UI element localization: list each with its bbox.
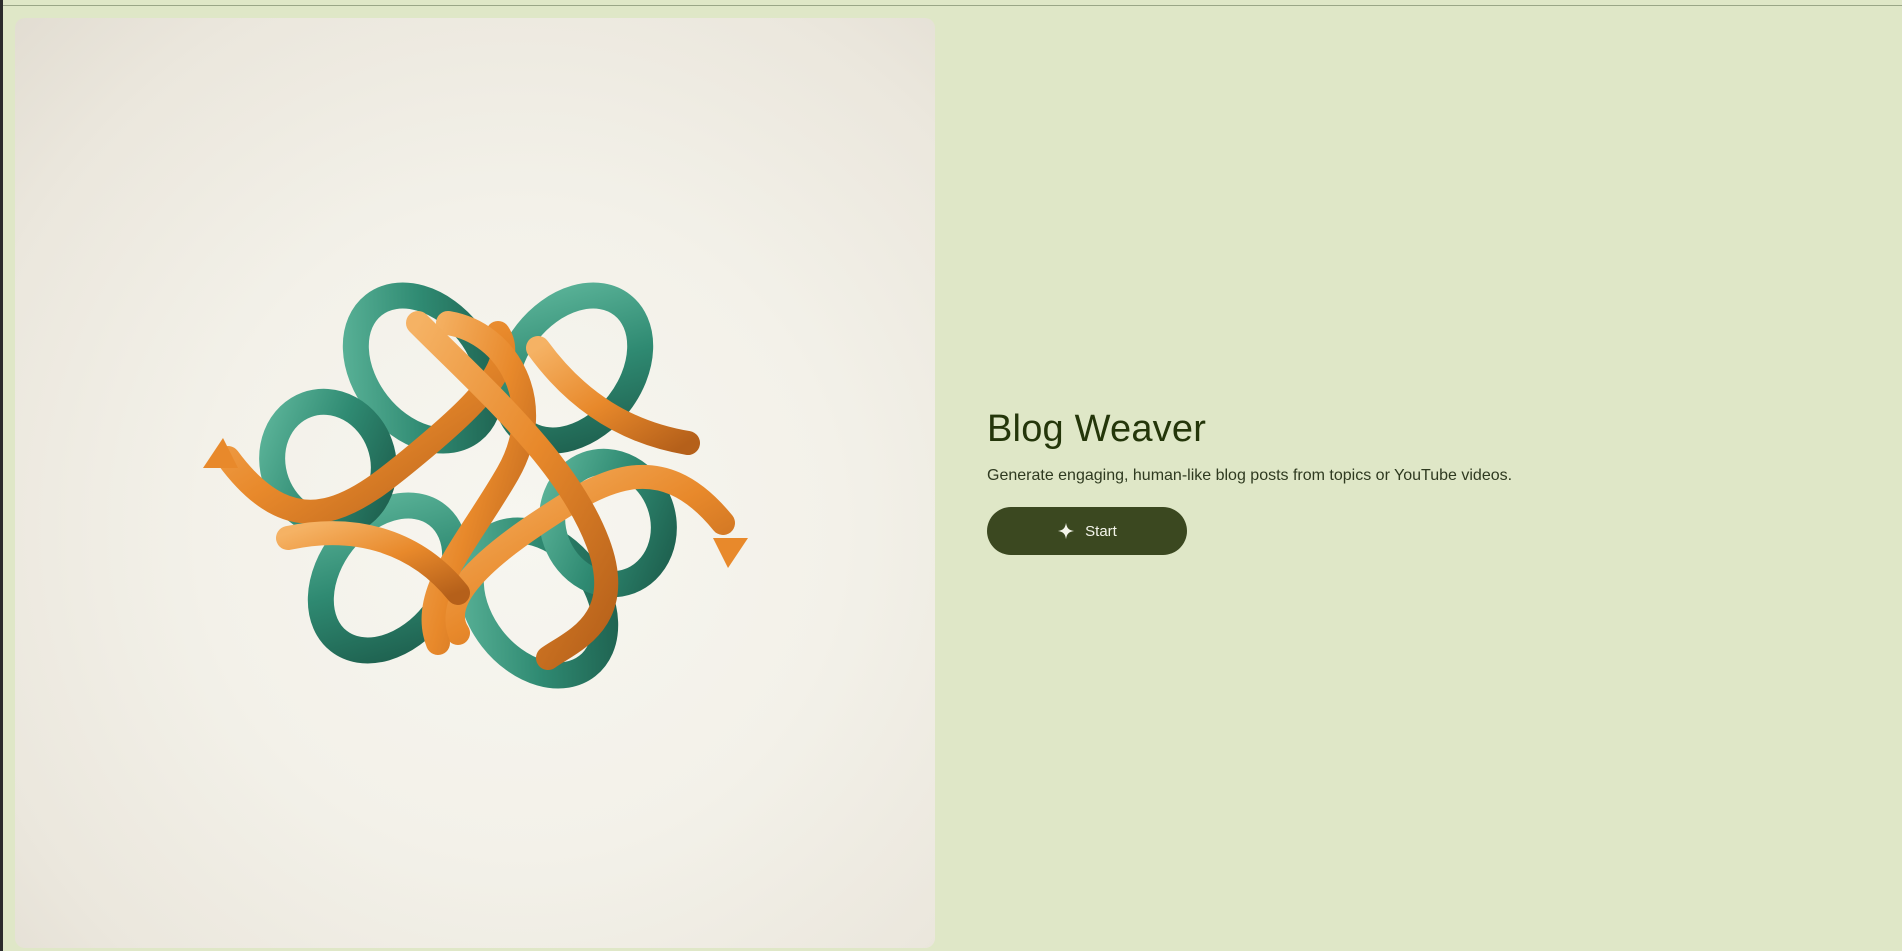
ribbon-knot-illustration: [203, 282, 748, 689]
top-divider: [3, 5, 1902, 6]
app-subtitle: Generate engaging, human-like blog posts…: [987, 467, 1513, 484]
sparkle-icon: [1058, 522, 1075, 540]
intro-content: Blog Weaver Generate engaging, human-lik…: [987, 403, 1787, 555]
start-button[interactable]: Start: [987, 507, 1187, 555]
start-button-label: Start: [1085, 522, 1117, 540]
window-left-edge: [0, 0, 3, 951]
hero-illustration-panel: [15, 18, 935, 948]
app-title: Blog Weaver: [987, 408, 1207, 450]
